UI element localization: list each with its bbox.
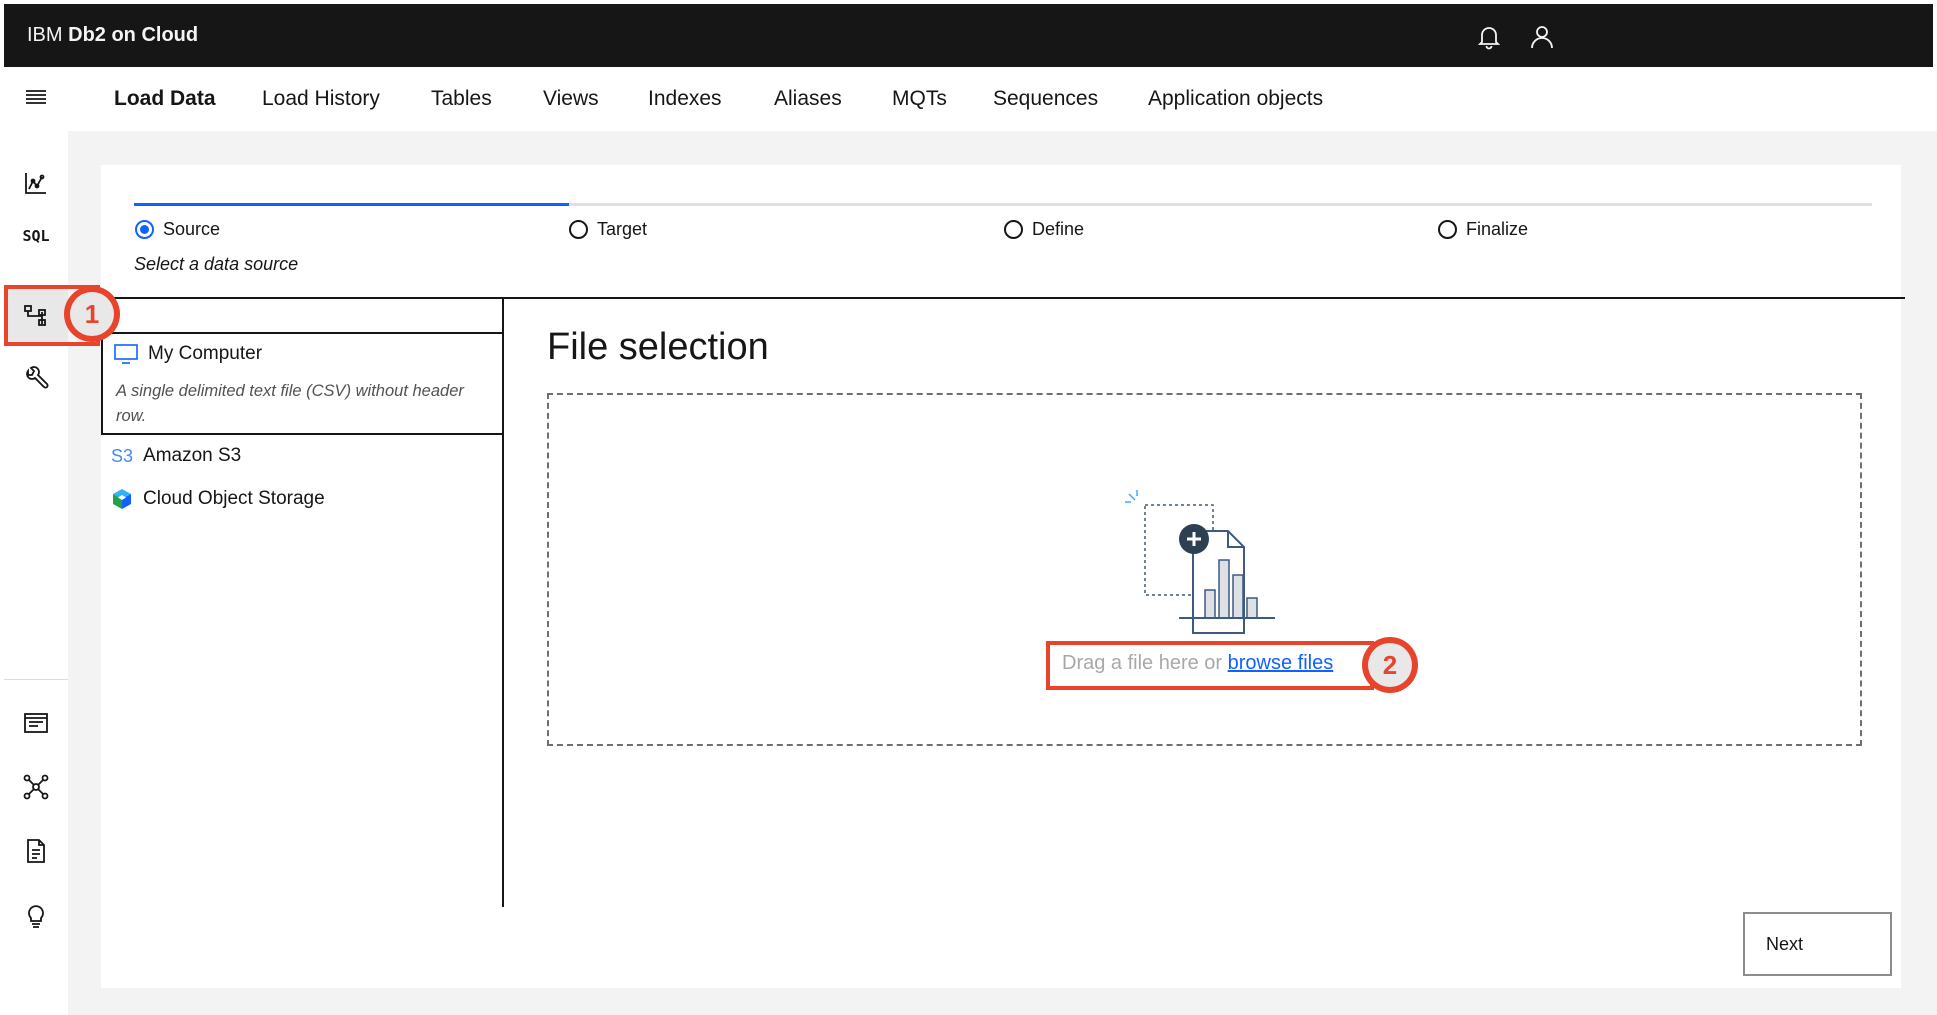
source-panel-divider	[502, 299, 504, 907]
tab-mqts[interactable]: MQTs	[892, 87, 947, 111]
monitor-screen-icon	[114, 344, 138, 364]
callout-number: 2	[1368, 643, 1412, 687]
brand-title[interactable]: IBM Db2 on Cloud	[27, 24, 198, 47]
step-finalize[interactable]: Finalize	[1438, 219, 1528, 240]
radio-selected-icon	[135, 220, 154, 239]
file-selection-title: File selection	[547, 326, 769, 368]
source-amazon-s3[interactable]: S3 Amazon S3	[111, 445, 241, 467]
tab-indexes[interactable]: Indexes	[648, 87, 722, 111]
brand-product: Db2 on Cloud	[68, 24, 199, 46]
tab-application-objects[interactable]: Application objects	[1148, 87, 1323, 111]
source-my-computer[interactable]: My Computer	[114, 343, 262, 365]
callout-badge-1: 1	[64, 286, 120, 342]
file-upload-illustration-icon	[1125, 490, 1275, 634]
radio-icon	[1004, 220, 1023, 239]
user-icon[interactable]	[1529, 24, 1555, 50]
next-button[interactable]: Next	[1743, 912, 1892, 976]
step-subtitle: Select a data source	[134, 254, 299, 274]
tab-views[interactable]: Views	[543, 87, 599, 111]
source-label: Cloud Object Storage	[143, 488, 325, 509]
progress-fill	[134, 203, 569, 206]
tab-sequences[interactable]: Sequences	[993, 87, 1098, 111]
rail-divider	[4, 679, 68, 680]
step-define[interactable]: Define	[1004, 219, 1084, 240]
source-description: A single delimited text file (CSV) witho…	[116, 382, 464, 425]
administration-icon[interactable]	[20, 363, 52, 395]
step-label: Target	[597, 219, 648, 239]
cube-icon	[113, 489, 131, 509]
source-label: My Computer	[148, 343, 263, 364]
left-rail: SQL	[4, 67, 68, 1015]
step-source[interactable]: Source	[135, 219, 220, 240]
s3-icon: S3	[111, 445, 134, 466]
tab-tables[interactable]: Tables	[431, 87, 492, 111]
callout-number: 1	[70, 292, 114, 336]
lightbulb-icon[interactable]	[20, 899, 52, 931]
step-label: Finalize	[1466, 219, 1529, 239]
radio-icon	[569, 220, 588, 239]
tab-bar: Load Data Load History Tables Views Inde…	[68, 67, 1933, 131]
callout-highlight-2	[1046, 641, 1374, 690]
source-label: Amazon S3	[143, 445, 242, 466]
step-target[interactable]: Target	[569, 219, 647, 240]
brand-prefix: IBM	[27, 24, 63, 46]
document-icon[interactable]	[20, 835, 52, 867]
top-header: IBM Db2 on Cloud	[4, 4, 1933, 67]
tab-load-data[interactable]: Load Data	[114, 87, 216, 111]
source-cloud-object-storage[interactable]: Cloud Object Storage	[111, 488, 325, 510]
step-label: Define	[1032, 219, 1085, 239]
callout-badge-2: 2	[1362, 637, 1418, 693]
sql-icon[interactable]: SQL	[20, 220, 52, 252]
radio-icon	[1438, 220, 1457, 239]
console-icon[interactable]	[20, 707, 52, 739]
connections-icon[interactable]	[20, 771, 52, 803]
menu-icon[interactable]	[20, 81, 52, 113]
monitor-icon[interactable]	[20, 167, 52, 199]
notification-icon[interactable]	[1476, 24, 1502, 50]
step-label: Source	[163, 219, 221, 239]
tab-load-history[interactable]: Load History	[262, 87, 380, 111]
tab-aliases[interactable]: Aliases	[774, 87, 842, 111]
